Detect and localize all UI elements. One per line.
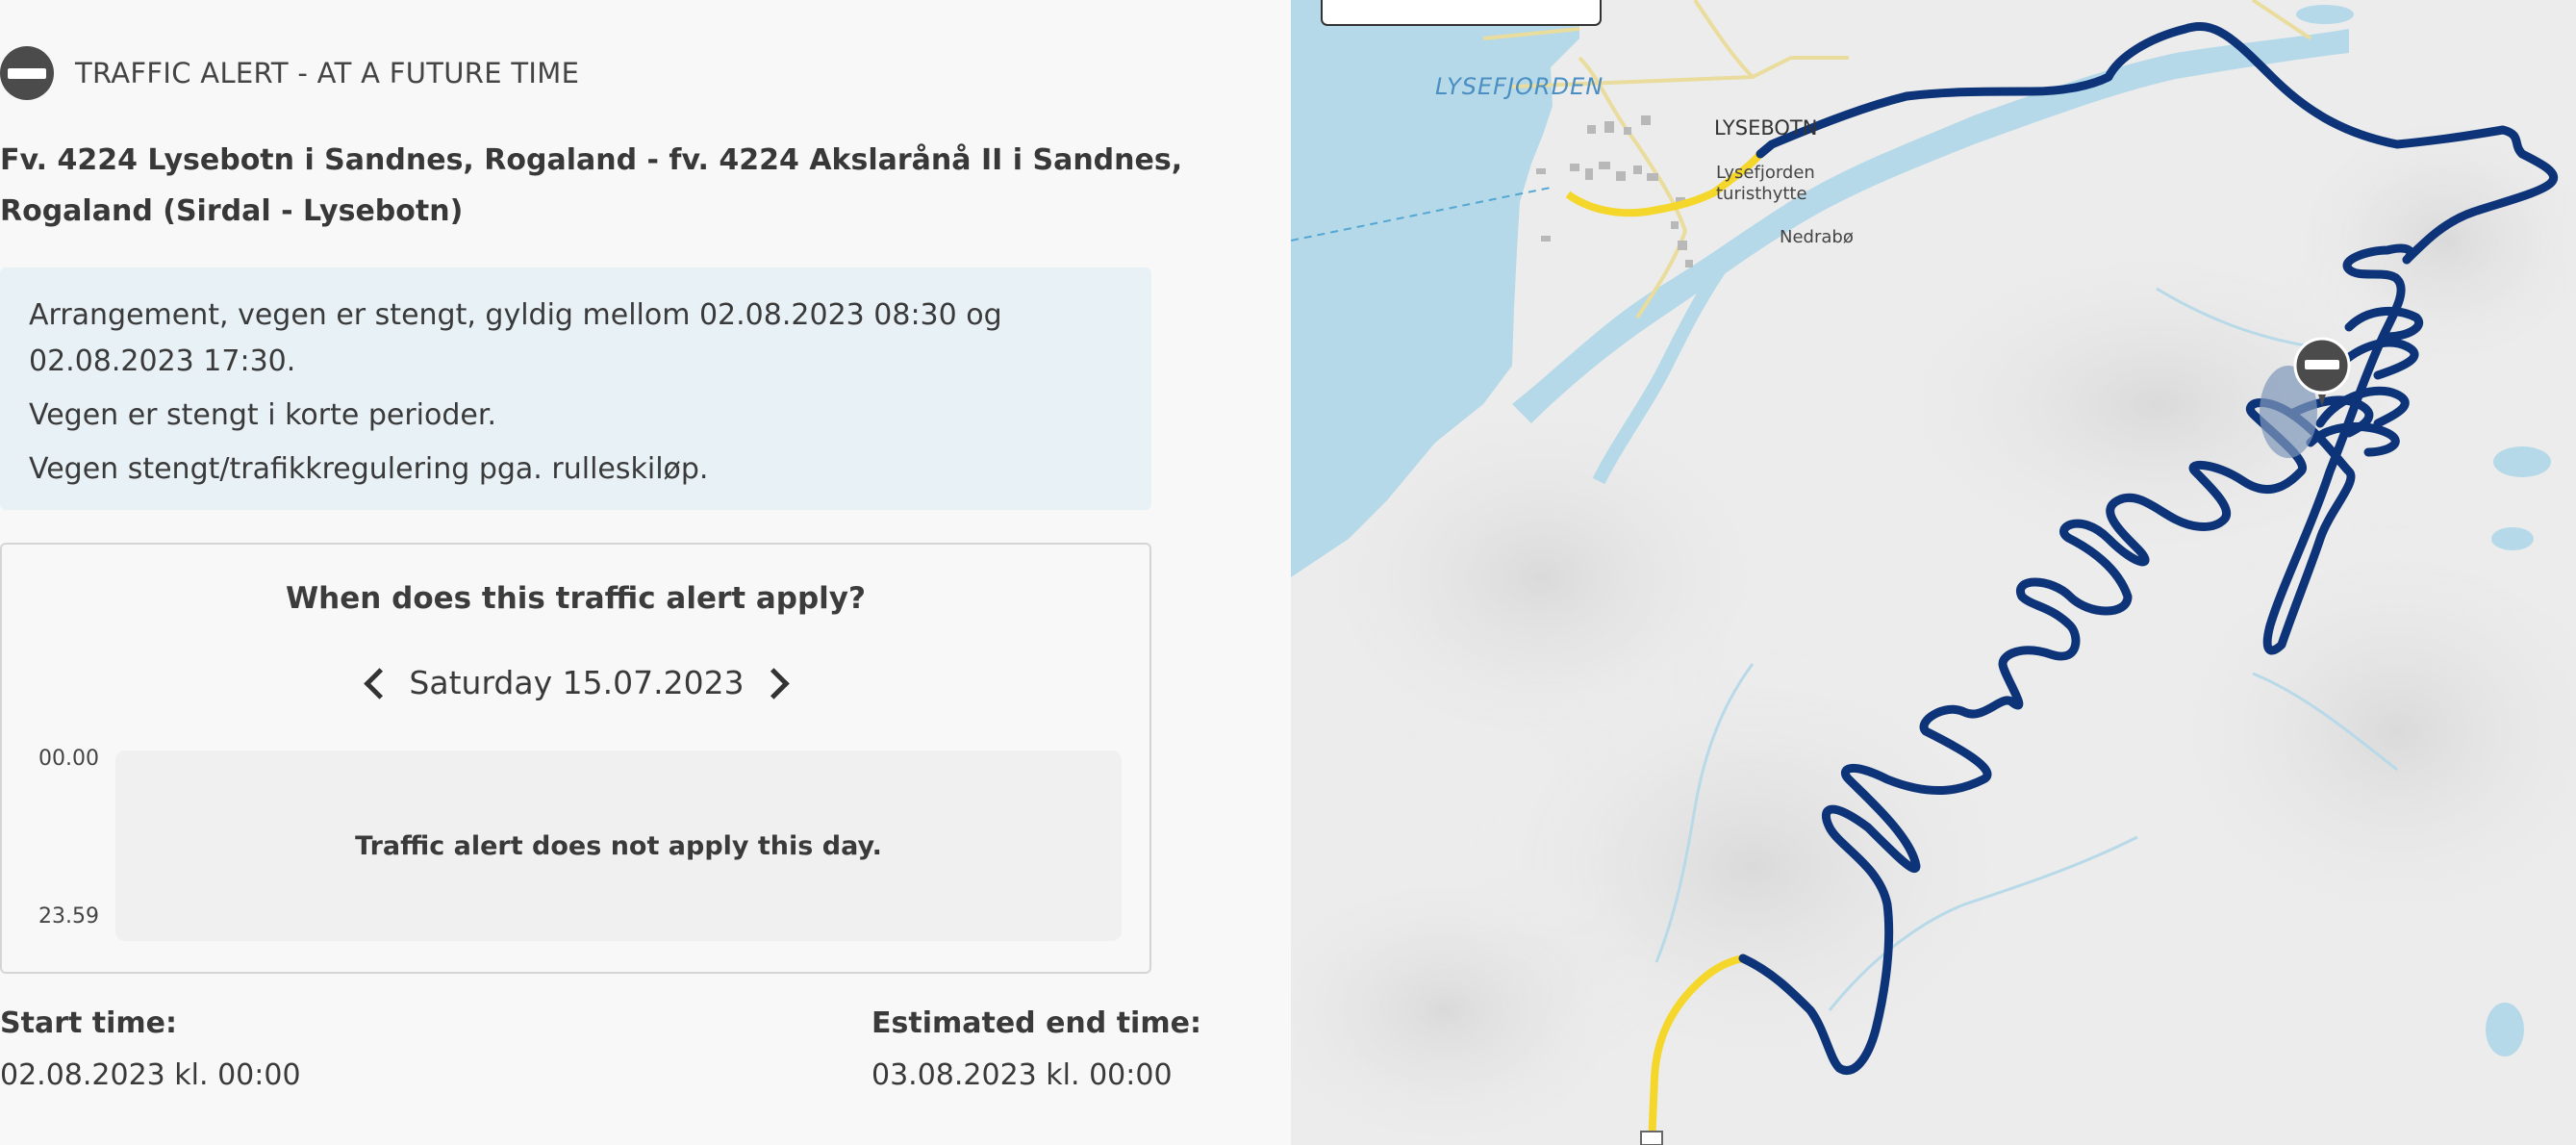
end-time-block: Estimated end time: 03.08.2023 kl. 00:00 (871, 1001, 1201, 1099)
label-hut-line2: turisthytte (1716, 184, 1807, 204)
schedule-card: When does this traffic alert apply? Satu… (0, 543, 1151, 974)
road-title: Fv. 4224 Lysebotn i Sandnes, Rogaland - … (0, 143, 1183, 228)
alert-header: TRAFFIC ALERT - AT A FUTURE TIME (0, 46, 579, 100)
detail-regulation: Vegen stengt/trafikkregulering pga. rull… (29, 452, 709, 486)
no-entry-icon (0, 46, 54, 100)
schedule-title: When does this traffic alert apply? (285, 581, 867, 616)
start-time-label: Start time: (0, 1006, 177, 1040)
no-apply-message: Traffic alert does not apply this day. (355, 830, 882, 861)
timeline-start-label: 00.00 (38, 747, 99, 771)
lake (2491, 527, 2534, 550)
lake (2493, 446, 2551, 477)
lake (2296, 5, 2354, 24)
start-time-block: Start time: 02.08.2023 kl. 00:00 (0, 1001, 301, 1099)
label-hut-line1: Lysefjorden (1716, 163, 1815, 183)
previous-day-button[interactable] (352, 660, 398, 706)
detail-short-periods: Vegen er stengt i korte perioder. (29, 398, 496, 432)
map-view[interactable]: LYSEFJORDEN LYSEBOTN Lysefjorden turisth… (1291, 0, 2576, 1145)
chevron-right-icon (757, 667, 790, 700)
chevron-left-icon (363, 667, 395, 700)
alert-panel: TRAFFIC ALERT - AT A FUTURE TIME Fv. 422… (0, 0, 1291, 1145)
label-nedrabo: Nedrabø (1780, 227, 1854, 247)
end-time-value: 03.08.2023 kl. 00:00 (871, 1058, 1173, 1092)
map-control[interactable] (1321, 0, 1602, 26)
next-day-button[interactable] (754, 660, 800, 706)
day-timeline: Traffic alert does not apply this day. (115, 751, 1122, 941)
end-time-label: Estimated end time: (871, 1006, 1201, 1040)
selected-date: Saturday 15.07.2023 (409, 664, 745, 701)
lake (2486, 1003, 2524, 1056)
alert-details-box: Arrangement, vegen er stengt, gyldig mel… (0, 267, 1151, 510)
detail-arrangement: Arrangement, vegen er stengt, gyldig mel… (29, 298, 1002, 378)
label-lysefjorden: LYSEFJORDEN (1435, 73, 1604, 100)
road-sign-icon (1640, 1131, 1663, 1145)
timeline-end-label: 23.59 (38, 904, 99, 929)
map-canvas[interactable]: LYSEFJORDEN LYSEBOTN Lysefjorden turisth… (1291, 0, 2576, 1145)
alert-type-title: TRAFFIC ALERT - AT A FUTURE TIME (75, 57, 580, 89)
start-time-value: 02.08.2023 kl. 00:00 (0, 1058, 301, 1092)
label-lysebotn: LYSEBOTN (1714, 116, 1817, 140)
